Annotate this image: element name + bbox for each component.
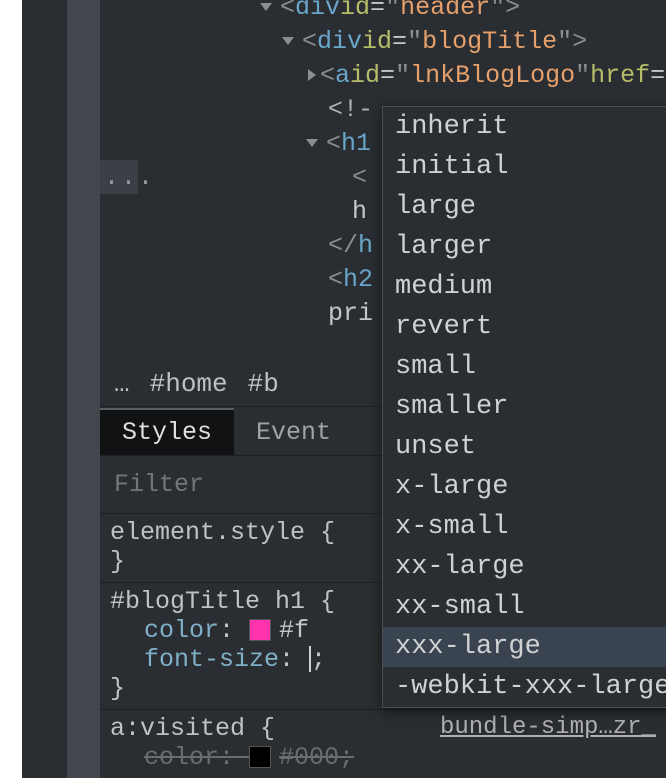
color-swatch-icon[interactable] xyxy=(249,746,271,768)
color-swatch-icon[interactable] xyxy=(249,619,271,641)
tab-event-listeners[interactable]: Event xyxy=(234,410,353,455)
autocomplete-item[interactable]: xx-large xyxy=(383,547,666,587)
rule-selector: #blogTitle h1 xyxy=(110,587,305,616)
autocomplete-popup: inheritinitiallargelargermediumrevertsma… xyxy=(382,106,666,708)
autocomplete-item[interactable]: smaller xyxy=(383,387,666,427)
caret-down-icon[interactable] xyxy=(260,1,278,13)
breadcrumb-home[interactable]: #home xyxy=(150,369,228,399)
declaration-color-struck[interactable]: color: #000; xyxy=(110,743,656,772)
source-link[interactable]: bundle-simp…zr_ xyxy=(440,714,656,741)
autocomplete-item[interactable]: larger xyxy=(383,227,666,267)
rule-a-visited[interactable]: a:visited { bundle-simp…zr_ color: #000; xyxy=(100,710,666,778)
autocomplete-item[interactable]: xxx-large xyxy=(383,627,666,667)
tab-styles[interactable]: Styles xyxy=(100,408,234,455)
dom-node-lnkbloglogo[interactable]: <a id="lnkBlogLogo" href="https: xyxy=(100,58,666,92)
autocomplete-item[interactable]: small xyxy=(383,347,666,387)
rule-selector: a:visited xyxy=(110,714,245,743)
breadcrumb-partial[interactable]: #b xyxy=(248,369,279,399)
autocomplete-item[interactable]: unset xyxy=(383,427,666,467)
autocomplete-item[interactable]: xx-small xyxy=(383,587,666,627)
autocomplete-item[interactable]: revert xyxy=(383,307,666,347)
breadcrumb-ellipsis[interactable]: … xyxy=(114,369,130,399)
autocomplete-item[interactable]: initial xyxy=(383,147,666,187)
autocomplete-item[interactable]: inherit xyxy=(383,107,666,147)
caret-down-icon[interactable] xyxy=(306,137,324,149)
dom-node-blogtitle[interactable]: <div id="blogTitle"> xyxy=(100,24,666,58)
gutter-ellipsis-icon: ... xyxy=(100,160,138,194)
autocomplete-item[interactable]: x-large xyxy=(383,467,666,507)
autocomplete-item[interactable]: x-small xyxy=(383,507,666,547)
selection-band xyxy=(67,0,100,778)
autocomplete-item[interactable]: medium xyxy=(383,267,666,307)
page-gutter xyxy=(0,0,22,778)
autocomplete-item[interactable]: large xyxy=(383,187,666,227)
autocomplete-item[interactable]: -webkit-xxx-large xyxy=(383,667,666,707)
devtools-main: <div id="home"> <div id="header"> <div i… xyxy=(100,0,666,778)
caret-right-icon[interactable] xyxy=(306,69,318,81)
dom-node-header[interactable]: <div id="header"> xyxy=(100,0,666,24)
rule-selector: element.style xyxy=(110,518,305,547)
caret-down-icon[interactable] xyxy=(282,35,300,47)
